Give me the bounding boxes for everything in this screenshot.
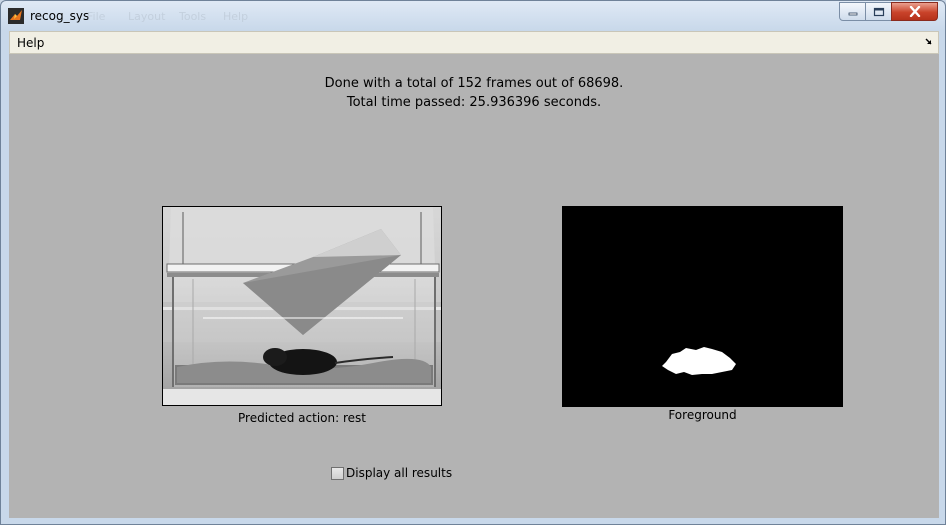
- ghost-menu-layout: Layout: [128, 10, 166, 23]
- window-title: recog_sys: [30, 9, 90, 23]
- maximize-button[interactable]: [865, 2, 892, 21]
- close-icon: [909, 6, 920, 17]
- menu-bar: Help: [9, 31, 939, 54]
- title-bar[interactable]: recog_sys File Layout Tools Help: [1, 1, 945, 31]
- checkbox-box[interactable]: [331, 466, 344, 480]
- close-button[interactable]: [891, 2, 938, 21]
- minimize-icon: [848, 12, 857, 15]
- restore-icon: [873, 7, 884, 16]
- ghost-menu-tools: Tools: [179, 10, 207, 23]
- matlab-icon: [8, 8, 24, 24]
- predicted-action-label: Predicted action: rest: [238, 411, 366, 425]
- foreground-label: Foreground: [668, 408, 737, 422]
- display-all-results-checkbox[interactable]: Display all results: [331, 466, 452, 480]
- minimize-button[interactable]: [839, 2, 866, 21]
- ghost-menu-help: Help: [223, 10, 249, 23]
- figure-canvas: Done with a total of 152 frames out of 6…: [9, 54, 939, 518]
- menu-item-help[interactable]: Help: [17, 36, 44, 50]
- foreground-mask-image: [562, 206, 843, 407]
- ghost-menu-file: File: [87, 10, 106, 23]
- checkbox-label: Display all results: [346, 466, 453, 480]
- dock-arrow-icon[interactable]: [924, 37, 934, 47]
- video-frame-image: [162, 206, 442, 406]
- status-frames-text: Done with a total of 152 frames out of 6…: [324, 76, 624, 91]
- status-time-text: Total time passed: 25.936396 seconds.: [346, 95, 602, 110]
- figure-window: recog_sys File Layout Tools Help Help Do…: [0, 0, 946, 525]
